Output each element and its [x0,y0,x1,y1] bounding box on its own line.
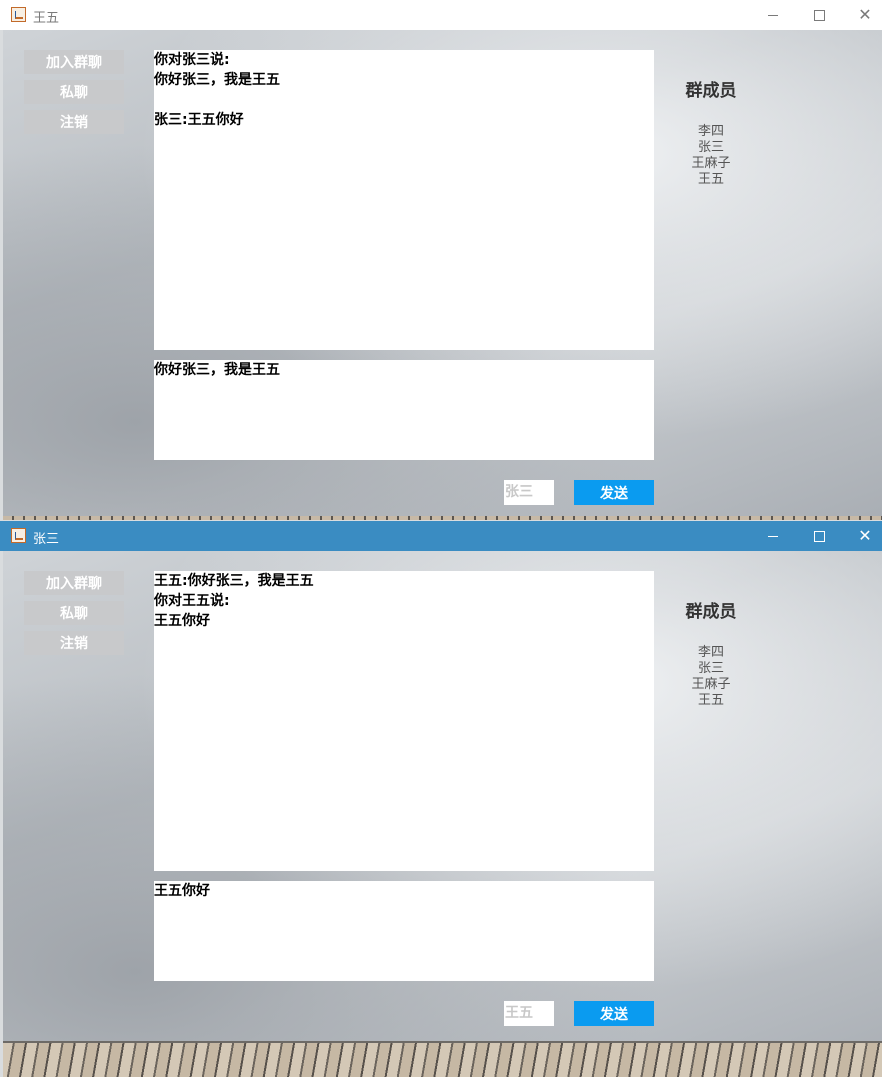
chat-history[interactable]: 王五:你好张三，我是王五 你对王五说: 王五你好 [154,571,654,871]
minimize-icon [768,535,778,537]
message-input[interactable]: 你好张三，我是王五 [154,360,654,460]
chat-message: 你对张三说: [154,52,230,68]
floor-decoration [3,1041,882,1077]
logout-button[interactable]: 注销 [24,110,124,134]
minimize-button[interactable] [750,0,796,30]
minimize-button[interactable] [750,521,796,551]
close-button[interactable]: ✕ [842,0,882,30]
target-user-field[interactable]: 王五 [504,1001,554,1026]
java-app-icon [11,7,26,22]
member-item: 李四 [697,124,724,139]
join-group-button[interactable]: 加入群聊 [24,571,124,595]
join-group-button[interactable]: 加入群聊 [24,50,124,74]
member-item: 李四 [697,645,724,660]
target-user-field[interactable]: 张三 [504,480,554,505]
member-item: 张三 [697,661,724,676]
chat-window-wangwu: 王五 ✕ 加入群聊 私聊 注销 你对张三说: 你好张三，我是王五 张三:王五你好… [0,0,882,520]
title-bar[interactable]: 王五 ✕ [0,0,882,30]
close-button[interactable]: ✕ [842,521,882,551]
chat-message [154,90,654,110]
chat-message: 王五:你好张三，我是王五 [154,573,314,589]
message-input[interactable]: 王五你好 [154,881,654,981]
close-icon: ✕ [858,5,872,24]
maximize-button[interactable] [796,521,842,551]
window-title: 王五 [33,11,60,26]
private-chat-button[interactable]: 私聊 [24,80,124,104]
window-title: 张三 [33,532,60,547]
send-button[interactable]: 发送 [574,480,654,505]
member-item: 王麻子 [691,677,731,692]
title-bar[interactable]: 张三 ✕ [0,521,882,551]
chat-message: 张三:王五你好 [154,112,244,128]
private-chat-button[interactable]: 私聊 [24,601,124,625]
member-item: 王五 [697,693,724,708]
logout-button[interactable]: 注销 [24,631,124,655]
chat-message: 你好张三，我是王五 [154,72,280,88]
maximize-icon [813,9,825,21]
maximize-button[interactable] [796,0,842,30]
members-list: 李四 张三 王麻子 王五 [663,645,759,709]
window-content: 加入群聊 私聊 注销 王五:你好张三，我是王五 你对王五说: 王五你好 王五你好… [3,551,882,1077]
chat-history[interactable]: 你对张三说: 你好张三，我是王五 张三:王五你好 [154,50,654,350]
members-list: 李四 张三 王麻子 王五 [663,124,759,188]
floor-decoration [3,516,882,520]
maximize-icon [813,530,825,542]
members-title: 群成员 [685,602,737,622]
close-icon: ✕ [858,526,872,545]
java-app-icon [11,528,26,543]
send-button[interactable]: 发送 [574,1001,654,1026]
chat-message: 你对王五说: [154,593,230,609]
chat-window-zhangsan: 张三 ✕ 加入群聊 私聊 注销 王五:你好张三，我是王五 你对王五说: 王五你好… [0,521,882,1077]
member-item: 张三 [697,140,724,155]
member-item: 王五 [697,172,724,187]
members-title: 群成员 [685,81,737,101]
chat-message: 王五你好 [154,613,210,629]
member-item: 王麻子 [691,156,731,171]
minimize-icon [768,14,778,16]
window-content: 加入群聊 私聊 注销 你对张三说: 你好张三，我是王五 张三:王五你好 你好张三… [3,30,882,520]
